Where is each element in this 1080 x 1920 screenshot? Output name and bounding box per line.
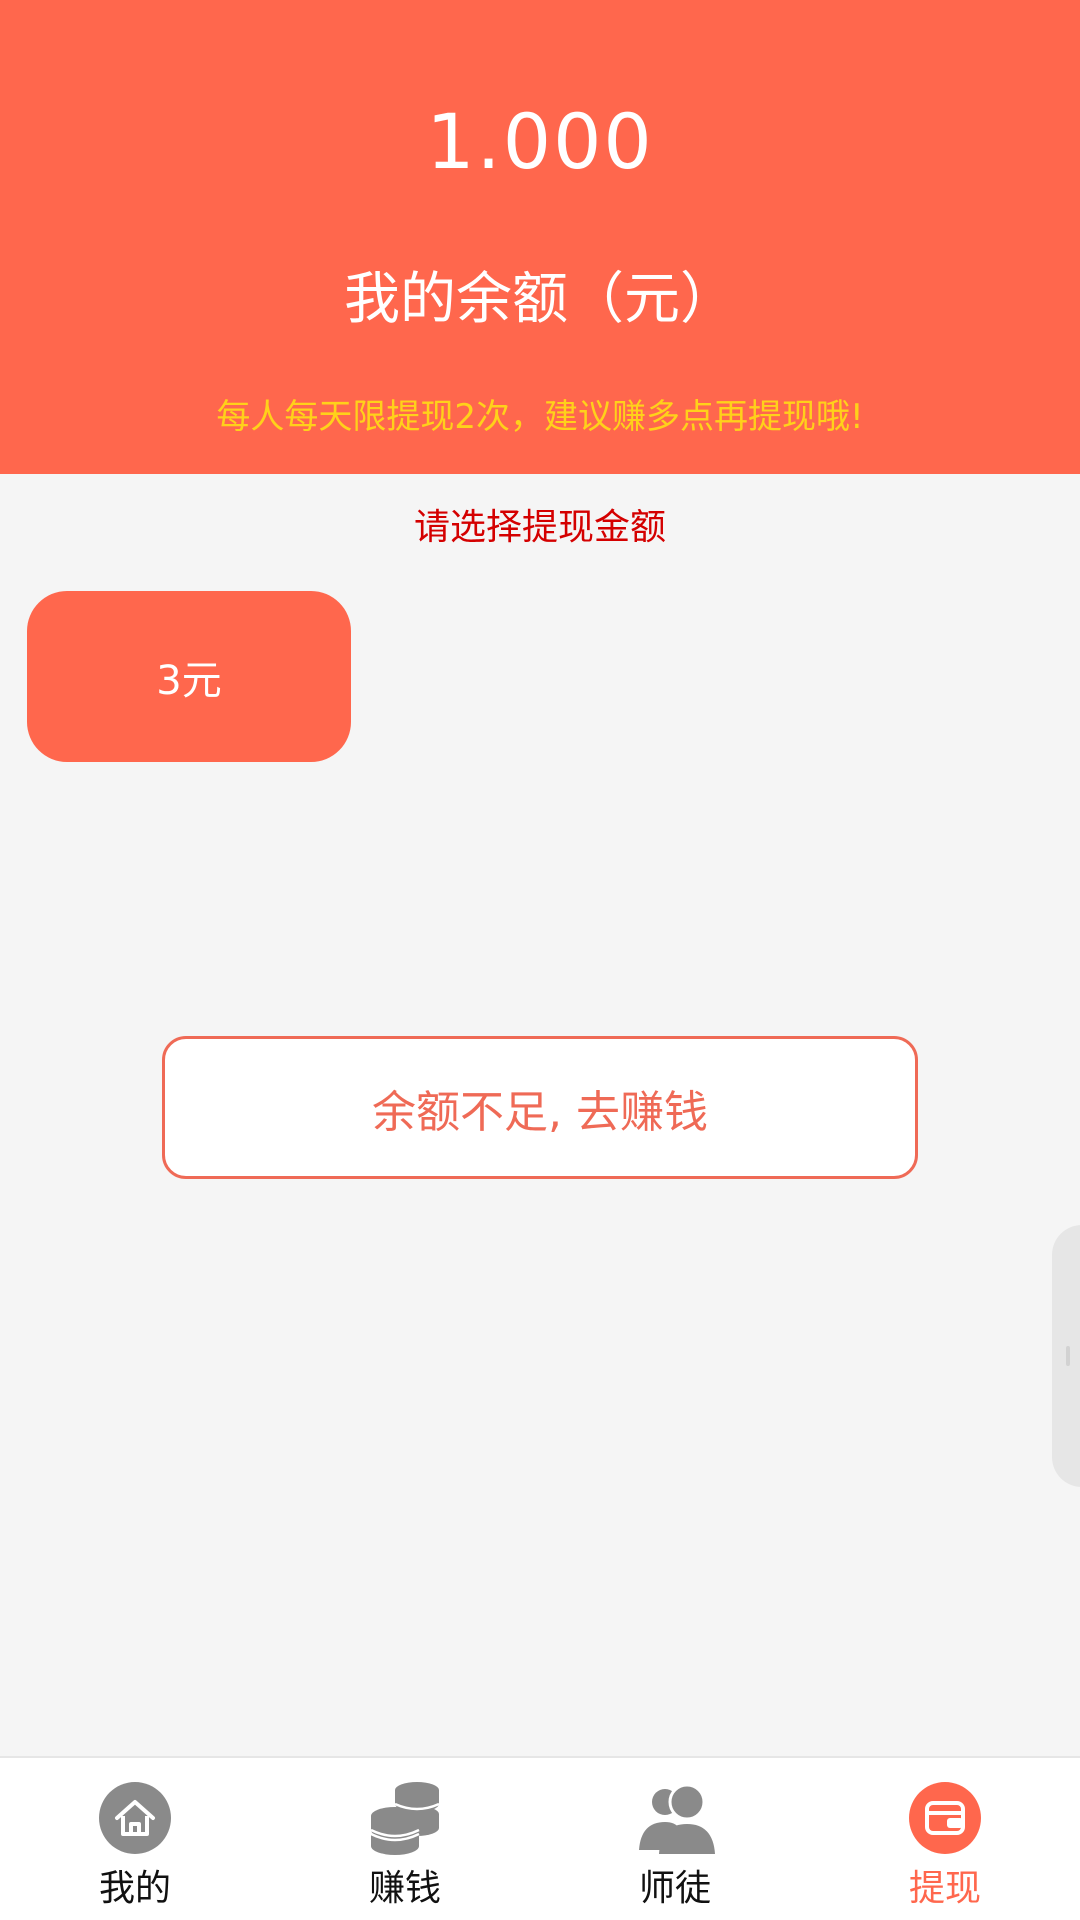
go-earn-button-label: 余额不足, 去赚钱: [372, 1086, 708, 1138]
go-earn-button[interactable]: 余额不足, 去赚钱: [162, 1036, 918, 1179]
amount-option-3[interactable]: 3元: [27, 591, 351, 762]
wallet-icon: [909, 1782, 981, 1854]
home-icon: [99, 1782, 171, 1854]
tab-apprentice[interactable]: 师徒: [540, 1758, 810, 1920]
tab-mine[interactable]: 我的: [0, 1758, 270, 1920]
coins-icon: [370, 1782, 440, 1855]
tab-label: 赚钱: [368, 1868, 441, 1909]
tab-label: 提现: [908, 1868, 981, 1909]
tab-withdraw[interactable]: 提现: [810, 1758, 1080, 1920]
select-amount-title: 请选择提现金额: [413, 507, 666, 548]
bottom-tab-bar: 我的 赚钱 师徒 提现: [0, 1756, 1080, 1920]
tab-label: 我的: [98, 1868, 171, 1909]
tab-label: 师徒: [638, 1868, 711, 1909]
tab-earn[interactable]: 赚钱: [270, 1758, 540, 1920]
amount-option-label: 3元: [156, 657, 222, 704]
balance-amount: 1.000: [426, 97, 654, 186]
floating-side-handle[interactable]: [1052, 1225, 1080, 1487]
balance-header: 1.000 我的余额（元） 每人每天限提现2次，建议赚多点再提现哦!: [0, 0, 1080, 474]
balance-label: 我的余额（元）: [344, 267, 736, 332]
withdraw-limit-notice: 每人每天限提现2次，建议赚多点再提现哦!: [216, 397, 864, 437]
handle-grip: [1066, 1346, 1070, 1366]
users-icon: [639, 1783, 715, 1854]
withdraw-page: 1.000 我的余额（元） 每人每天限提现2次，建议赚多点再提现哦! 请选择提现…: [0, 0, 1080, 1920]
